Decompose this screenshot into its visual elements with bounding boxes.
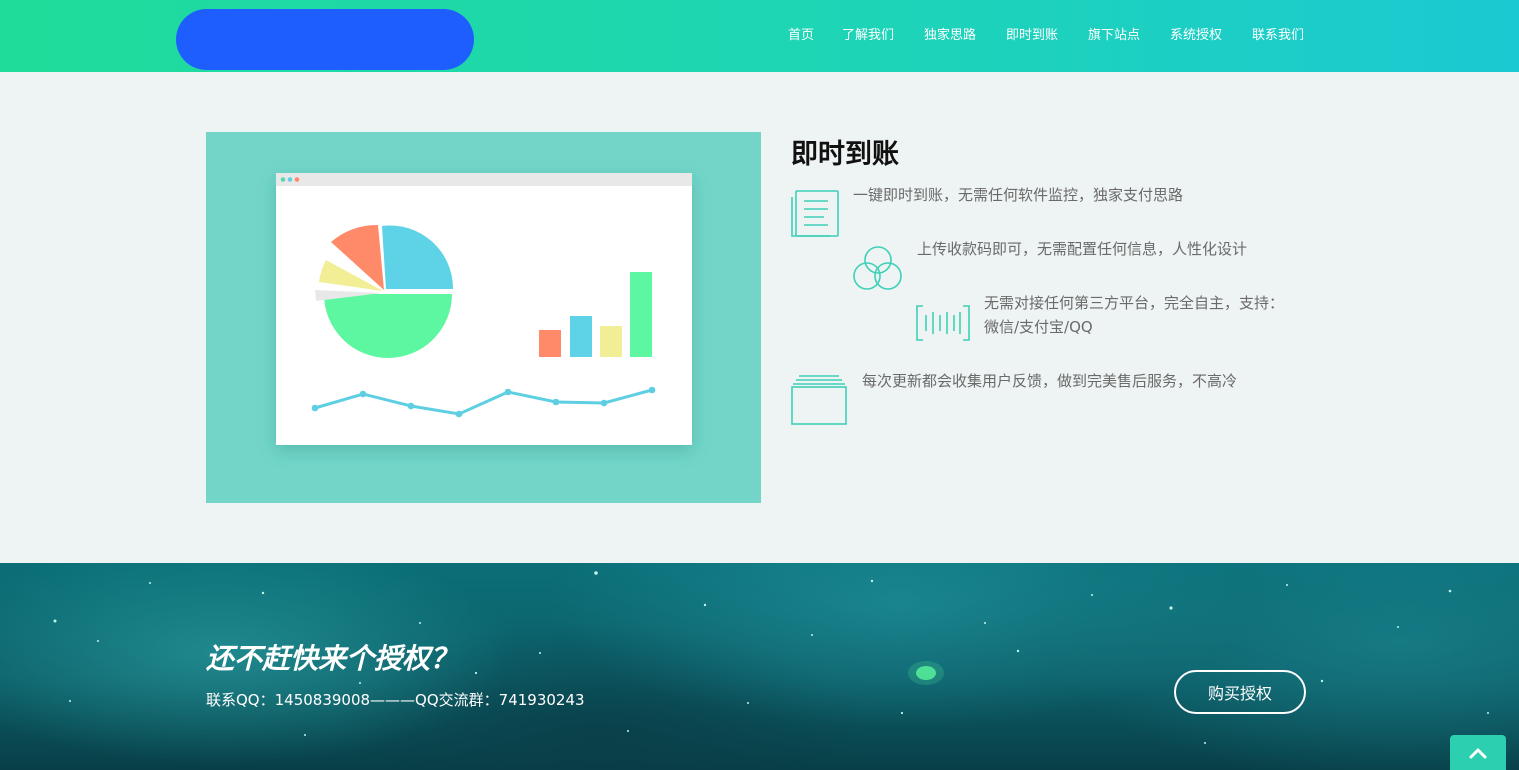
top-header: 首页 了解我们 独家思路 即时到账 旗下站点 系统授权 联系我们: [0, 0, 1519, 72]
buy-license-button[interactable]: 购买授权: [1174, 670, 1306, 714]
nav-contact[interactable]: 联系我们: [1252, 24, 1304, 43]
feature-text-3: 无需对接任何第三方平台，完全自主，支持：: [984, 294, 1285, 312]
site-logo[interactable]: [176, 9, 474, 70]
stacked-folders-icon: [791, 375, 847, 425]
contact-info: 联系QQ：1450839008———QQ交流群：741930243: [206, 691, 585, 709]
back-to-top-button[interactable]: [1450, 735, 1506, 770]
feature-text-3b: 微信/支付宝/QQ: [984, 318, 1093, 336]
feature-section: 即时到账 一键即时到账，无需任何软件监控，独家支付思路 上传收款码即可，无需配置…: [0, 72, 1519, 563]
nav-home[interactable]: 首页: [788, 24, 814, 43]
nav-instant[interactable]: 即时到账: [1006, 24, 1058, 43]
feature-text-2: 上传收款码即可，无需配置任何信息，人性化设计: [917, 240, 1248, 258]
dashboard-illustration: [206, 132, 761, 503]
nav-ideas[interactable]: 独家思路: [924, 24, 976, 43]
feature-text-4: 每次更新都会收集用户反馈，做到完美售后服务，不高冷: [862, 372, 1238, 390]
cta-banner: 还不赶快来个授权？ 联系QQ：1450839008———QQ交流群：741930…: [0, 563, 1519, 770]
nav-sites[interactable]: 旗下站点: [1088, 24, 1140, 43]
document-list-icon: [791, 190, 839, 237]
section-title: 即时到账: [791, 139, 899, 170]
chevron-up-icon: [1469, 748, 1487, 758]
barcode-icon: [916, 305, 970, 341]
nav-license[interactable]: 系统授权: [1170, 24, 1222, 43]
cta-title: 还不赶快来个授权？: [206, 642, 459, 675]
main-nav: 首页 了解我们 独家思路 即时到账 旗下站点 系统授权 联系我们: [780, 0, 1308, 66]
overlapping-circles-icon: [853, 246, 902, 290]
nav-about[interactable]: 了解我们: [842, 24, 894, 43]
feature-text-1: 一键即时到账，无需任何软件监控，独家支付思路: [853, 186, 1184, 204]
